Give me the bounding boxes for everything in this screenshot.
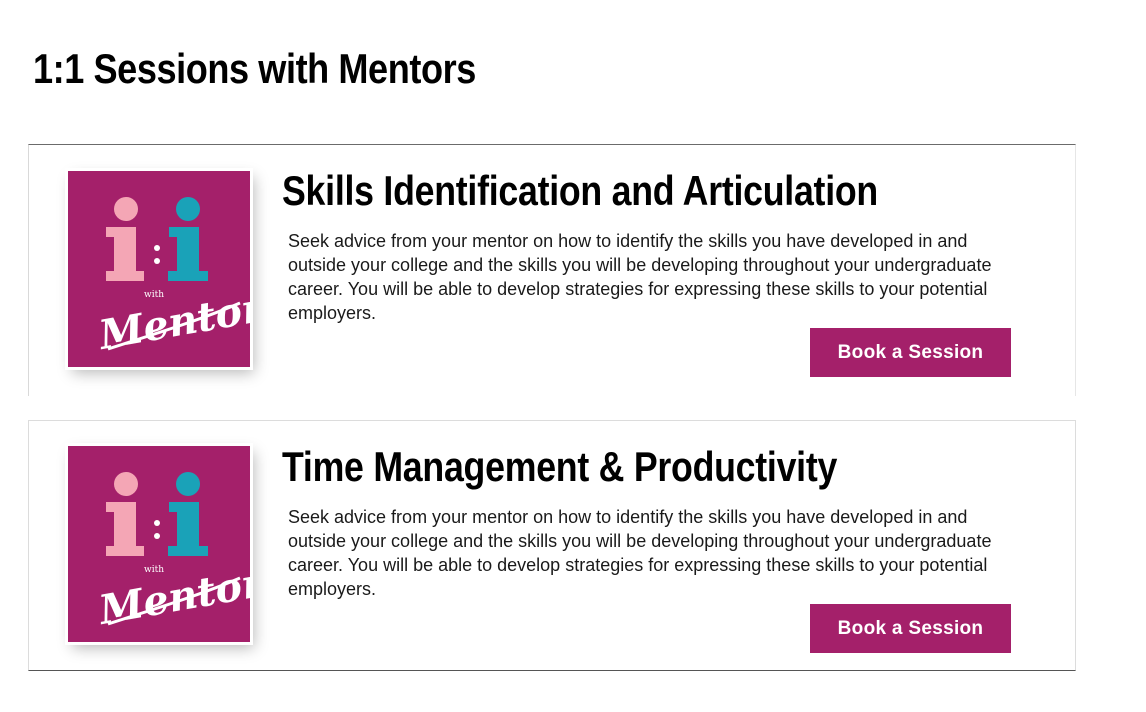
session-card-skills: with Mentor Skills Identification and Ar… <box>28 144 1076 396</box>
session-title: Time Management & Productivity <box>282 443 838 490</box>
logo-mentor-text: Mentor <box>94 559 250 635</box>
logo-mentor-text: Mentor <box>94 284 250 360</box>
page-title: 1:1 Sessions with Mentors <box>33 45 476 92</box>
one-to-one-logo-graphic: with Mentor <box>94 472 250 635</box>
session-description: Seek advice from your mentor on how to i… <box>288 231 992 323</box>
book-session-button[interactable]: Book a Session <box>810 328 1011 377</box>
session-card-time-management: with Mentor Time Management & Productivi… <box>28 420 1076 671</box>
one-to-one-logo-graphic: with Mentor <box>94 197 250 360</box>
mentor-logo-icon: with Mentor <box>68 446 250 642</box>
logo-with-text: with <box>144 565 164 575</box>
logo-with-text: with <box>144 290 164 300</box>
session-description: Seek advice from your mentor on how to i… <box>288 507 992 599</box>
session-title: Skills Identification and Articulation <box>282 167 878 214</box>
book-session-button[interactable]: Book a Session <box>810 604 1011 653</box>
mentor-logo-icon: with Mentor <box>68 171 250 367</box>
